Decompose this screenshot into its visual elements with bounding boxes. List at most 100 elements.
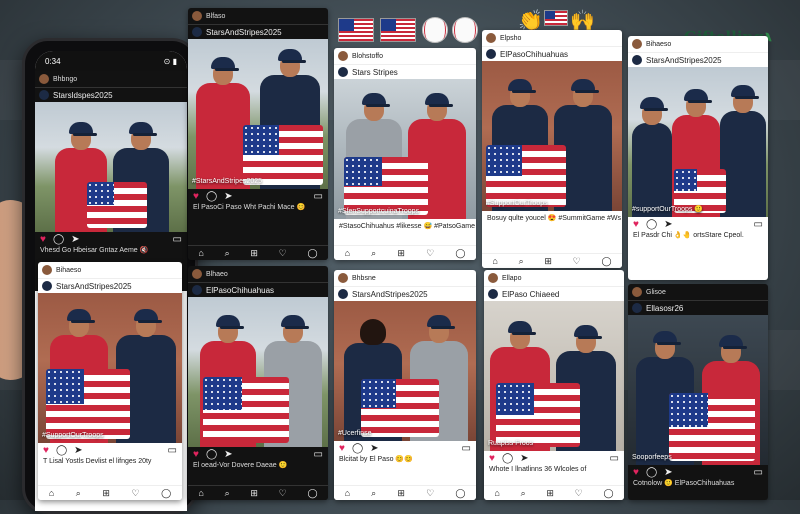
- heart-icon[interactable]: ♡: [426, 488, 434, 499]
- profile-icon[interactable]: ◯: [601, 256, 611, 267]
- profile-icon[interactable]: ◯: [307, 248, 317, 259]
- post-photo[interactable]: [188, 297, 328, 447]
- heart-icon[interactable]: ♡: [573, 256, 581, 267]
- bookmark-icon[interactable]: ▭: [314, 449, 323, 460]
- username[interactable]: StarsAndStripes2025: [206, 28, 282, 37]
- search-icon[interactable]: ⌕: [519, 256, 524, 267]
- avatar[interactable]: [192, 269, 202, 279]
- bookmark-icon[interactable]: ▭: [462, 443, 471, 454]
- username[interactable]: ElPasoChihuahuas: [206, 286, 274, 295]
- avatar[interactable]: [192, 27, 202, 37]
- home-icon[interactable]: ⌂: [49, 488, 54, 498]
- comment-icon[interactable]: ◯: [352, 443, 363, 454]
- add-post-icon[interactable]: ⊞: [250, 488, 258, 499]
- username[interactable]: Starsldspes2025: [53, 91, 113, 100]
- avatar[interactable]: [632, 39, 642, 49]
- search-icon[interactable]: ⌕: [225, 488, 230, 499]
- share-icon[interactable]: ➤: [224, 191, 232, 202]
- post-hashtag[interactable]: #SupportOurTroops: [42, 432, 104, 439]
- username[interactable]: Ellasosr26: [646, 304, 683, 313]
- heart-icon[interactable]: ♥: [193, 191, 199, 202]
- post-hashtag[interactable]: #SupportOurTroops: [486, 200, 548, 207]
- search-icon[interactable]: ⌕: [76, 488, 81, 499]
- home-icon[interactable]: ⌂: [492, 256, 497, 266]
- username[interactable]: ElPaso Chiaeed: [502, 290, 559, 299]
- post-hashtag[interactable]: Ruapiss Froos: [488, 440, 533, 447]
- post-photo[interactable]: #StarsAndStripes2025: [188, 39, 328, 189]
- post-photo[interactable]: #SupportOurTroops: [482, 61, 622, 211]
- home-icon[interactable]: ⌂: [198, 248, 203, 258]
- comment-icon[interactable]: ◯: [502, 453, 513, 464]
- share-icon[interactable]: ➤: [71, 234, 79, 245]
- post-photo[interactable]: #Ucerfinse: [334, 301, 476, 441]
- avatar[interactable]: [486, 49, 496, 59]
- add-post-icon[interactable]: ⊞: [397, 248, 405, 259]
- share-icon[interactable]: ➤: [520, 453, 528, 464]
- post-photo[interactable]: #supportOurTroops 🙂: [628, 67, 768, 217]
- bookmark-icon[interactable]: ▭: [314, 191, 323, 202]
- username[interactable]: StarsAndStripes2025: [56, 282, 132, 291]
- profile-icon[interactable]: ◯: [307, 488, 317, 499]
- profile-icon[interactable]: ◯: [455, 248, 465, 259]
- heart-icon[interactable]: ♥: [43, 445, 49, 456]
- profile-icon[interactable]: ◯: [603, 488, 613, 499]
- search-icon[interactable]: ⌕: [225, 248, 230, 259]
- username[interactable]: StarsAndStripes2025: [352, 290, 428, 299]
- heart-icon[interactable]: ♥: [339, 443, 345, 454]
- avatar[interactable]: [632, 287, 642, 297]
- search-icon[interactable]: ⌕: [521, 488, 526, 499]
- bookmark-icon[interactable]: ▭: [168, 445, 177, 456]
- heart-icon[interactable]: ♡: [132, 488, 140, 499]
- heart-icon[interactable]: ♡: [426, 248, 434, 259]
- share-icon[interactable]: ➤: [224, 449, 232, 460]
- post-photo[interactable]: Sooporfeeps: [628, 315, 768, 465]
- username[interactable]: StarsAndStripes2025: [646, 56, 722, 65]
- comment-icon[interactable]: ◯: [206, 191, 217, 202]
- bookmark-icon[interactable]: ▭: [173, 234, 182, 245]
- bookmark-icon[interactable]: ▭: [610, 453, 619, 464]
- share-icon[interactable]: ➤: [370, 443, 378, 454]
- avatar[interactable]: [39, 74, 49, 84]
- post-photo[interactable]: #SfenSupportcuinaTroops: [334, 79, 476, 219]
- comment-icon[interactable]: ◯: [646, 219, 657, 230]
- post-hashtag[interactable]: Sooporfeeps: [632, 454, 672, 461]
- post-photo[interactable]: Ruapiss Froos: [484, 301, 624, 451]
- profile-icon[interactable]: ◯: [455, 488, 465, 499]
- heart-icon[interactable]: ♥: [40, 234, 46, 245]
- heart-icon[interactable]: ♡: [575, 488, 583, 499]
- bookmark-icon[interactable]: ▭: [754, 219, 763, 230]
- avatar[interactable]: [42, 265, 52, 275]
- username[interactable]: ElPasoChihuahuas: [500, 50, 568, 59]
- comment-icon[interactable]: ◯: [56, 445, 67, 456]
- post-hashtag[interactable]: #Ucerfinse: [338, 430, 371, 437]
- add-post-icon[interactable]: ⊞: [546, 488, 554, 499]
- home-icon[interactable]: ⌂: [345, 488, 350, 498]
- add-post-icon[interactable]: ⊞: [544, 256, 552, 267]
- heart-icon[interactable]: ♥: [633, 467, 639, 478]
- home-icon[interactable]: ⌂: [494, 488, 499, 498]
- heart-icon[interactable]: ♥: [633, 219, 639, 230]
- avatar[interactable]: [338, 51, 348, 61]
- profile-icon[interactable]: ◯: [161, 488, 171, 499]
- search-icon[interactable]: ⌕: [371, 248, 376, 259]
- avatar[interactable]: [338, 273, 348, 283]
- add-post-icon[interactable]: ⊞: [102, 488, 110, 499]
- post-photo[interactable]: [35, 102, 187, 232]
- avatar[interactable]: [42, 281, 52, 291]
- comment-icon[interactable]: ◯: [646, 467, 657, 478]
- avatar[interactable]: [486, 33, 496, 43]
- share-icon[interactable]: ➤: [664, 467, 672, 478]
- bookmark-icon[interactable]: ▭: [754, 467, 763, 478]
- comment-icon[interactable]: ◯: [206, 449, 217, 460]
- heart-icon[interactable]: ♥: [193, 449, 199, 460]
- avatar[interactable]: [632, 303, 642, 313]
- post-photo[interactable]: #SupportOurTroops: [38, 293, 182, 443]
- username[interactable]: Stars Stripes: [352, 68, 398, 77]
- avatar[interactable]: [632, 55, 642, 65]
- avatar[interactable]: [192, 285, 202, 295]
- heart-icon[interactable]: ♡: [279, 488, 287, 499]
- post-hashtag[interactable]: #StarsAndStripes2025: [192, 178, 262, 185]
- heart-icon[interactable]: ♥: [489, 453, 495, 464]
- avatar[interactable]: [192, 11, 202, 21]
- heart-icon[interactable]: ♡: [279, 248, 287, 259]
